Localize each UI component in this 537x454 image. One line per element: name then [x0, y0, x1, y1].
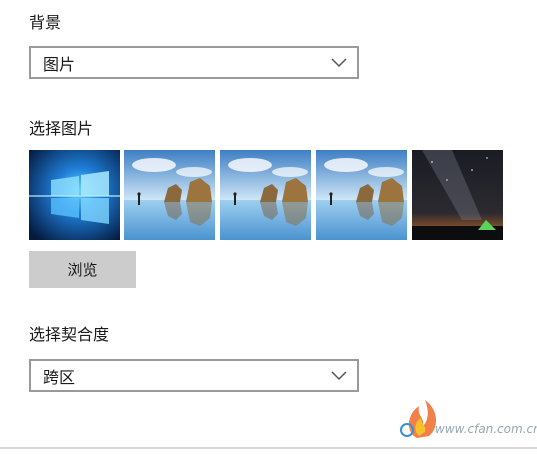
background-label: 背景: [29, 13, 62, 32]
thumbnail-beach-2[interactable]: [220, 150, 311, 240]
chevron-down-icon: [331, 371, 347, 381]
fit-dropdown[interactable]: 跨区: [29, 359, 359, 392]
background-dropdown[interactable]: 图片: [29, 46, 359, 79]
choose-picture-label: 选择图片: [29, 119, 94, 138]
thumbnail-windows-hero[interactable]: [29, 150, 120, 240]
choose-fit-label: 选择契合度: [29, 325, 110, 344]
watermark-text: www.cfan.com.cn: [435, 422, 537, 436]
thumbnail-night-sky[interactable]: [412, 150, 503, 240]
thumbnail-beach-3[interactable]: [316, 150, 407, 240]
fit-dropdown-value: 跨区: [43, 367, 76, 387]
chevron-down-icon: [331, 58, 347, 68]
watermark-logo: www.cfan.com.cn: [395, 392, 537, 448]
thumbnail-beach-1[interactable]: [124, 150, 215, 240]
background-dropdown-value: 图片: [43, 54, 76, 74]
browse-button[interactable]: 浏览: [29, 251, 136, 288]
